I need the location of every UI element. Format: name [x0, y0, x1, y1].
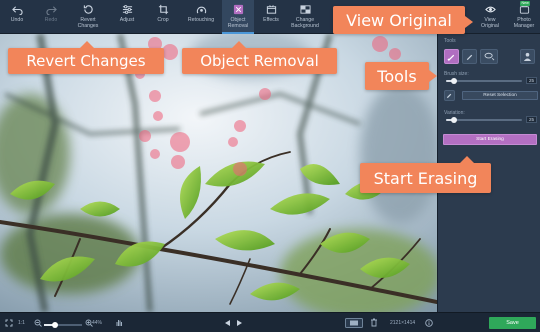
user-tool-button[interactable]	[520, 49, 535, 64]
retouching-label: Retouching	[187, 17, 215, 23]
variation-value[interactable]: 25	[526, 116, 537, 123]
retouch-icon	[196, 6, 206, 14]
brush-tool-button[interactable]	[444, 49, 459, 64]
lasso-tool-button[interactable]	[480, 49, 498, 64]
brush-size-slider[interactable]	[446, 78, 522, 84]
callout-arrow	[232, 41, 246, 48]
undo-icon	[11, 6, 23, 15]
revert-icon	[83, 5, 93, 14]
callout-revert-changes-text: Revert Changes	[26, 52, 146, 70]
callout-tools-text: Tools	[377, 66, 417, 86]
background-icon	[299, 5, 311, 14]
photo-manager-button[interactable]: Photo Manager New	[508, 0, 540, 34]
callout-revert-changes: Revert Changes	[8, 41, 164, 74]
brush-small-icon	[446, 93, 452, 99]
variation-label: Variation:	[444, 110, 465, 116]
photo-manager-icon	[519, 5, 529, 14]
callout-start-erasing-text: Start Erasing	[373, 168, 478, 188]
brush-size-value[interactable]: 25	[526, 77, 537, 84]
fit-to-screen-icon[interactable]	[5, 319, 13, 327]
redo-label: Redo	[44, 17, 58, 23]
info-icon[interactable]	[425, 319, 433, 327]
hand-icon[interactable]	[115, 318, 123, 327]
zoom-slider-knob[interactable]	[52, 322, 58, 328]
callout-tools: Tools	[365, 62, 437, 90]
brush-mode-button[interactable]	[444, 90, 455, 101]
revert-changes-label: Revert Changes	[77, 17, 99, 29]
lasso-icon	[484, 52, 494, 61]
brush-icon	[447, 54, 455, 61]
actual-size-button[interactable]: 1:1	[18, 319, 25, 327]
crop-label: Crop	[157, 17, 169, 23]
change-background-label: Change Background	[291, 17, 319, 29]
brush-size-slider-knob[interactable]	[450, 78, 457, 84]
compare-icon[interactable]	[345, 318, 363, 328]
save-button[interactable]: Save	[489, 317, 536, 329]
photo-manager-label: Photo Manager	[513, 17, 535, 29]
callout-arrow	[80, 41, 94, 48]
callout-arrow	[465, 16, 473, 28]
object-removal-label: Object Removal	[227, 17, 249, 29]
adjust-button[interactable]: Adjust	[112, 0, 142, 34]
crop-button[interactable]: Crop	[148, 0, 178, 34]
eye-icon	[484, 6, 496, 13]
new-badge: New	[520, 1, 531, 6]
brush-size-label: Brush size:	[444, 71, 469, 77]
undo-label: Undo	[10, 17, 24, 23]
eraser-icon	[233, 4, 243, 15]
reset-selection-button[interactable]: Reset Selection	[462, 91, 538, 100]
effects-icon	[266, 5, 276, 14]
start-erasing-button[interactable]: Start Erasing	[443, 134, 537, 145]
callout-arrow	[460, 156, 474, 163]
retouching-button[interactable]: Retouching	[184, 0, 218, 34]
sliders-icon	[122, 5, 132, 14]
redo-button[interactable]: Redo	[37, 0, 65, 34]
status-bar: 1:1 44% 2121×1414 Save	[0, 312, 540, 332]
zoom-slider[interactable]	[44, 322, 82, 328]
object-removal-button[interactable]: Object Removal	[222, 0, 254, 34]
image-dimensions: 2121×1414	[390, 320, 416, 326]
callout-object-removal: Object Removal	[182, 41, 337, 74]
zoom-percentage: 44%	[92, 320, 103, 326]
adjust-label: Adjust	[119, 17, 135, 23]
previous-icon[interactable]	[224, 319, 231, 327]
effects-button[interactable]: Effects	[258, 0, 284, 34]
zoom-out-icon[interactable]	[34, 319, 42, 327]
redo-icon	[45, 6, 57, 15]
person-icon	[523, 52, 532, 61]
callout-view-original-text: View Original	[346, 10, 452, 30]
view-original-label: View Original	[481, 17, 499, 29]
change-background-button[interactable]: Change Background	[286, 0, 324, 34]
crop-icon	[158, 4, 168, 15]
callout-start-erasing: Start Erasing	[360, 156, 491, 193]
callout-view-original: View Original	[333, 6, 473, 34]
callout-arrow	[429, 70, 437, 82]
next-icon[interactable]	[236, 319, 243, 327]
view-original-button[interactable]: View Original	[474, 0, 506, 34]
variation-slider[interactable]	[446, 117, 522, 123]
revert-changes-button[interactable]: Revert Changes	[70, 0, 106, 34]
variation-slider-knob[interactable]	[450, 117, 457, 123]
undo-button[interactable]: Undo	[3, 0, 31, 34]
tools-label: Tools	[444, 38, 456, 44]
trash-icon[interactable]	[370, 318, 378, 327]
callout-object-removal-text: Object Removal	[200, 52, 319, 70]
effects-label: Effects	[263, 17, 279, 23]
pencil-tool-button[interactable]	[462, 49, 477, 64]
pencil-icon	[466, 54, 473, 61]
